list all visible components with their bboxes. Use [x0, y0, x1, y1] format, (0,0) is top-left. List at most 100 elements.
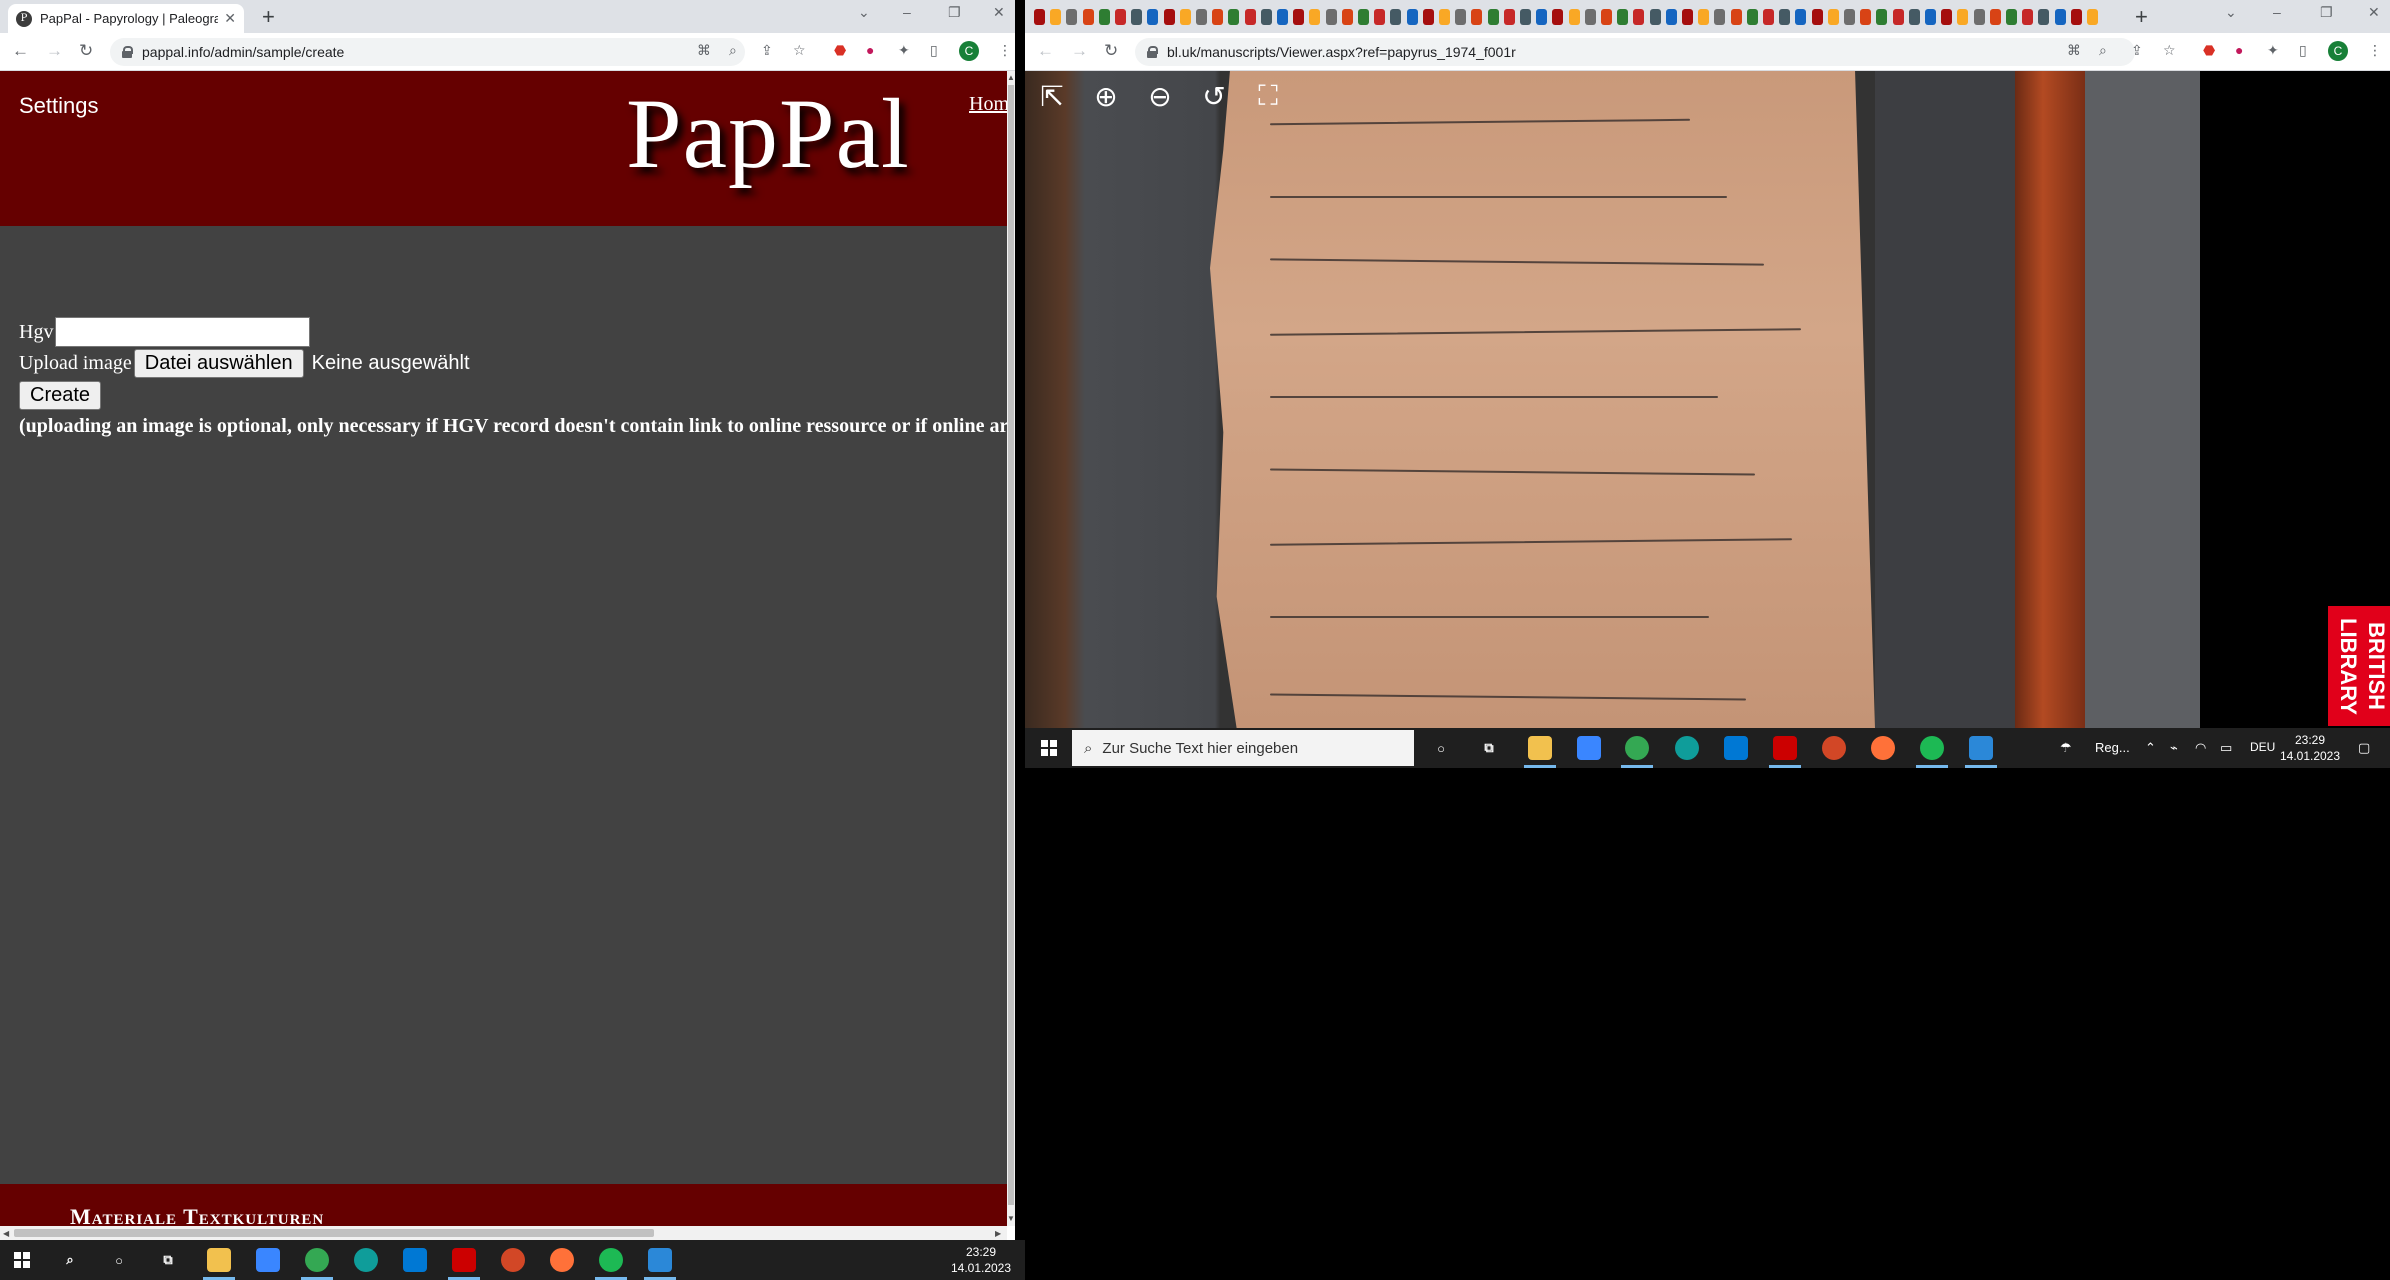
acrobat-icon[interactable]: [1773, 736, 1797, 760]
firefox-icon[interactable]: [550, 1248, 574, 1272]
scroll-up-icon[interactable]: ▲: [1007, 73, 1015, 82]
forward-icon[interactable]: →: [1071, 41, 1088, 61]
pinned-tab[interactable]: [1341, 9, 1353, 25]
zoom-in-icon[interactable]: ⊕: [1087, 77, 1125, 115]
scroll-left-icon[interactable]: ◀: [3, 1229, 9, 1238]
star-icon[interactable]: ☆: [2163, 42, 2176, 59]
pinned-tab[interactable]: [1228, 9, 1240, 25]
settings-link[interactable]: Settings: [19, 93, 99, 119]
scroll-right-icon[interactable]: ▶: [995, 1229, 1001, 1238]
wifi-icon[interactable]: ◠: [2195, 740, 2206, 756]
restore-icon[interactable]: ❐: [2320, 4, 2333, 21]
share-icon[interactable]: ⇪: [761, 42, 773, 59]
fullscreen-icon[interactable]: ⛶: [1249, 77, 1287, 115]
edge-icon[interactable]: [354, 1248, 378, 1272]
tab-search-icon[interactable]: ⌄: [2225, 4, 2237, 21]
zoom-icon[interactable]: ⌕: [729, 42, 737, 59]
pinned-tab[interactable]: [1617, 9, 1629, 25]
pinned-tab[interactable]: [1876, 9, 1888, 25]
pinned-tab[interactable]: [1082, 9, 1094, 25]
translate-icon[interactable]: ⌘: [2067, 42, 2081, 59]
reload-icon[interactable]: ↻: [79, 41, 93, 61]
task-view-icon[interactable]: ⧉: [156, 1248, 180, 1272]
pinned-tab[interactable]: [1309, 9, 1321, 25]
task-view-icon[interactable]: ⧉: [1477, 736, 1501, 760]
pinned-tab[interactable]: [1795, 9, 1807, 25]
extension-icon[interactable]: ✦: [2267, 42, 2279, 59]
file-explorer-icon[interactable]: [1528, 736, 1552, 760]
pinned-tab[interactable]: [1957, 9, 1969, 25]
pinned-tab[interactable]: [1131, 9, 1143, 25]
mail-icon[interactable]: [403, 1248, 427, 1272]
extension-red-icon[interactable]: ⬣: [834, 42, 846, 59]
extension-icon[interactable]: ✦: [898, 42, 910, 59]
pinned-tab[interactable]: [1244, 9, 1256, 25]
pinned-tab[interactable]: [1665, 9, 1677, 25]
pinned-tab[interactable]: [1779, 9, 1791, 25]
restore-icon[interactable]: ❐: [948, 4, 961, 21]
taskbar-clock[interactable]: 23:29 14.01.2023: [945, 1244, 1017, 1276]
lock-icon[interactable]: [1147, 46, 1158, 58]
pinned-tab[interactable]: [1260, 9, 1272, 25]
choose-file-button[interactable]: Datei auswählen: [133, 349, 304, 378]
pinned-tab[interactable]: [1147, 9, 1159, 25]
powerpoint-icon[interactable]: [501, 1248, 525, 1272]
star-icon[interactable]: ☆: [793, 42, 806, 59]
extension-pink-icon[interactable]: ●: [866, 42, 874, 58]
pinned-tab[interactable]: [1277, 9, 1288, 25]
hgv-input[interactable]: [55, 317, 311, 347]
vertical-scroll-thumb[interactable]: [1008, 85, 1014, 1205]
pinned-tab[interactable]: [1844, 9, 1855, 25]
notifications-icon[interactable]: ▢: [2358, 740, 2370, 756]
pinned-tab[interactable]: [1406, 9, 1418, 25]
pinned-tab[interactable]: [2054, 9, 2066, 25]
pinned-tab[interactable]: [1066, 9, 1078, 25]
pinned-tab[interactable]: [1520, 9, 1531, 25]
sidepanel-icon[interactable]: ▯: [930, 42, 938, 59]
battery-icon[interactable]: ▭: [2220, 740, 2232, 756]
pinned-tab[interactable]: [1358, 9, 1369, 25]
address-bar[interactable]: bl.uk/manuscripts/Viewer.aspx?ref=papyru…: [1135, 38, 2135, 66]
create-button[interactable]: Create: [19, 381, 102, 410]
pinned-tab[interactable]: [2087, 9, 2098, 25]
pinned-tab[interactable]: [1682, 9, 1693, 25]
pinned-tab[interactable]: [1746, 9, 1758, 25]
tray-chevron-icon[interactable]: ⌃: [2145, 740, 2156, 756]
pinned-tab[interactable]: [1098, 9, 1110, 25]
cortana-icon[interactable]: ○: [1429, 736, 1453, 760]
pinned-tab[interactable]: [1422, 9, 1434, 25]
pinned-tab[interactable]: [1989, 9, 2001, 25]
weather-label[interactable]: Reg...: [2095, 740, 2130, 755]
horizontal-scroll-thumb[interactable]: [14, 1229, 654, 1237]
tab-search-icon[interactable]: ⌄: [858, 4, 870, 21]
address-bar[interactable]: pappal.info/admin/sample/create: [110, 38, 745, 66]
cortana-icon[interactable]: ○: [107, 1248, 131, 1272]
zoom-icon[interactable]: ⌕: [2099, 42, 2107, 59]
vertical-scrollbar[interactable]: ▲ ▼: [1007, 71, 1015, 1226]
chrome-icon[interactable]: [305, 1248, 329, 1272]
pinned-tab[interactable]: [1601, 9, 1612, 25]
papyrus-image[interactable]: [1210, 71, 1875, 728]
pinned-tab[interactable]: [1293, 9, 1305, 25]
firefox-icon[interactable]: [1871, 736, 1895, 760]
home-link[interactable]: Home: [969, 93, 1007, 116]
store-icon[interactable]: [1577, 736, 1601, 760]
pinned-tab[interactable]: [1503, 9, 1515, 25]
menu-icon[interactable]: ⋮: [998, 42, 1012, 59]
back-icon[interactable]: ←: [1037, 41, 1054, 61]
weather-icon[interactable]: ☂: [2060, 740, 2072, 756]
horizontal-scrollbar[interactable]: ◀ ▶: [0, 1226, 1007, 1240]
pinned-tab[interactable]: [1763, 9, 1774, 25]
pinned-tab[interactable]: [1584, 9, 1596, 25]
pinned-tab[interactable]: [1973, 9, 1985, 25]
pinned-tab[interactable]: [1325, 9, 1337, 25]
rotate-icon[interactable]: ↺: [1195, 77, 1233, 115]
powerpoint-icon[interactable]: [1822, 736, 1846, 760]
windows-start-icon[interactable]: [14, 1252, 30, 1268]
pinned-tab[interactable]: [1439, 9, 1450, 25]
taskbar-search[interactable]: ⌕ Zur Suche Text hier eingeben: [1072, 730, 1414, 766]
translate-icon[interactable]: ⌘: [697, 42, 711, 59]
back-icon[interactable]: ←: [12, 41, 29, 61]
pinned-tab[interactable]: [1698, 9, 1710, 25]
close-tab-icon[interactable]: ✕: [224, 10, 236, 27]
